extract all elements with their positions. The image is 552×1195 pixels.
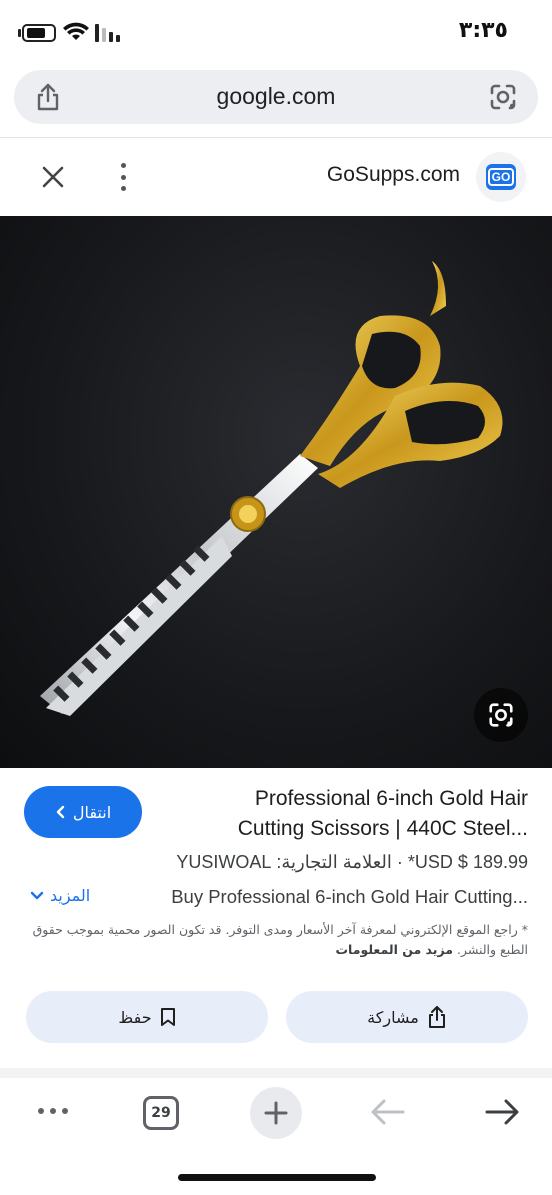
home-indicator[interactable]: [178, 1174, 376, 1181]
source-site-name[interactable]: GoSupps.com: [327, 163, 460, 187]
status-time: ٣:٣٥: [458, 18, 508, 43]
address-bar[interactable]: google.com: [14, 70, 538, 124]
more-menu-icon[interactable]: [38, 1108, 68, 1114]
source-favicon[interactable]: GO: [476, 152, 526, 202]
scissors-image: [40, 261, 503, 716]
google-lens-icon[interactable]: [488, 82, 518, 112]
gosupps-logo-icon: GO: [486, 164, 516, 190]
back-arrow-icon[interactable]: [370, 1098, 406, 1126]
more-label: المزيد: [50, 886, 91, 905]
product-image[interactable]: [0, 216, 552, 768]
disclaimer-text: * راجع الموقع الإلكتروني لمعرفة آخر الأس…: [32, 922, 528, 957]
save-button[interactable]: حفظ: [26, 991, 268, 1043]
bookmark-icon: [160, 1008, 175, 1026]
price-and-brand: USD $ 189.99* · العلامة التجارية: YUSIWO…: [176, 852, 528, 872]
more-link[interactable]: المزيد: [30, 886, 90, 905]
google-lens-icon: [489, 703, 513, 727]
visit-button-label: انتقال: [72, 802, 112, 822]
plus-icon: [264, 1101, 288, 1125]
product-info-panel: انتقال Professional 6-inch Gold Hair Cut…: [0, 768, 552, 1068]
forward-arrow-icon[interactable]: [484, 1098, 520, 1126]
visual-search-button[interactable]: [474, 688, 528, 742]
url-text[interactable]: google.com: [14, 83, 538, 110]
chevron-left-icon: [56, 805, 65, 819]
cellular-signal-icon: [95, 24, 120, 42]
more-options-icon[interactable]: [116, 163, 130, 191]
learn-more-link[interactable]: مزيد من المعلومات: [336, 942, 453, 957]
share-label: مشاركة: [367, 1007, 419, 1027]
share-icon: [428, 1006, 445, 1028]
source-header: GoSupps.com GO: [0, 138, 552, 216]
close-icon[interactable]: [40, 164, 66, 190]
product-title[interactable]: Professional 6-inch Gold Hair Cutting Sc…: [198, 784, 528, 844]
battery-cap: [18, 29, 21, 37]
chevron-down-icon: [30, 891, 44, 899]
status-bar: ٣:٣٥: [0, 0, 552, 64]
copyright-disclaimer: * راجع الموقع الإلكتروني لمعرفة آخر الأس…: [24, 920, 528, 960]
save-label: حفظ: [118, 1007, 152, 1027]
section-divider: [0, 1068, 552, 1078]
battery-icon: [22, 24, 56, 42]
product-description: Buy Professional 6-inch Gold Hair Cuttin…: [171, 886, 528, 907]
wifi-icon: [63, 22, 89, 40]
share-button[interactable]: مشاركة: [286, 991, 528, 1043]
visit-button[interactable]: انتقال: [24, 786, 142, 838]
new-tab-button[interactable]: [250, 1087, 302, 1139]
bottom-toolbar: 29: [0, 1078, 552, 1195]
tab-switcher-button[interactable]: 29: [143, 1096, 179, 1130]
